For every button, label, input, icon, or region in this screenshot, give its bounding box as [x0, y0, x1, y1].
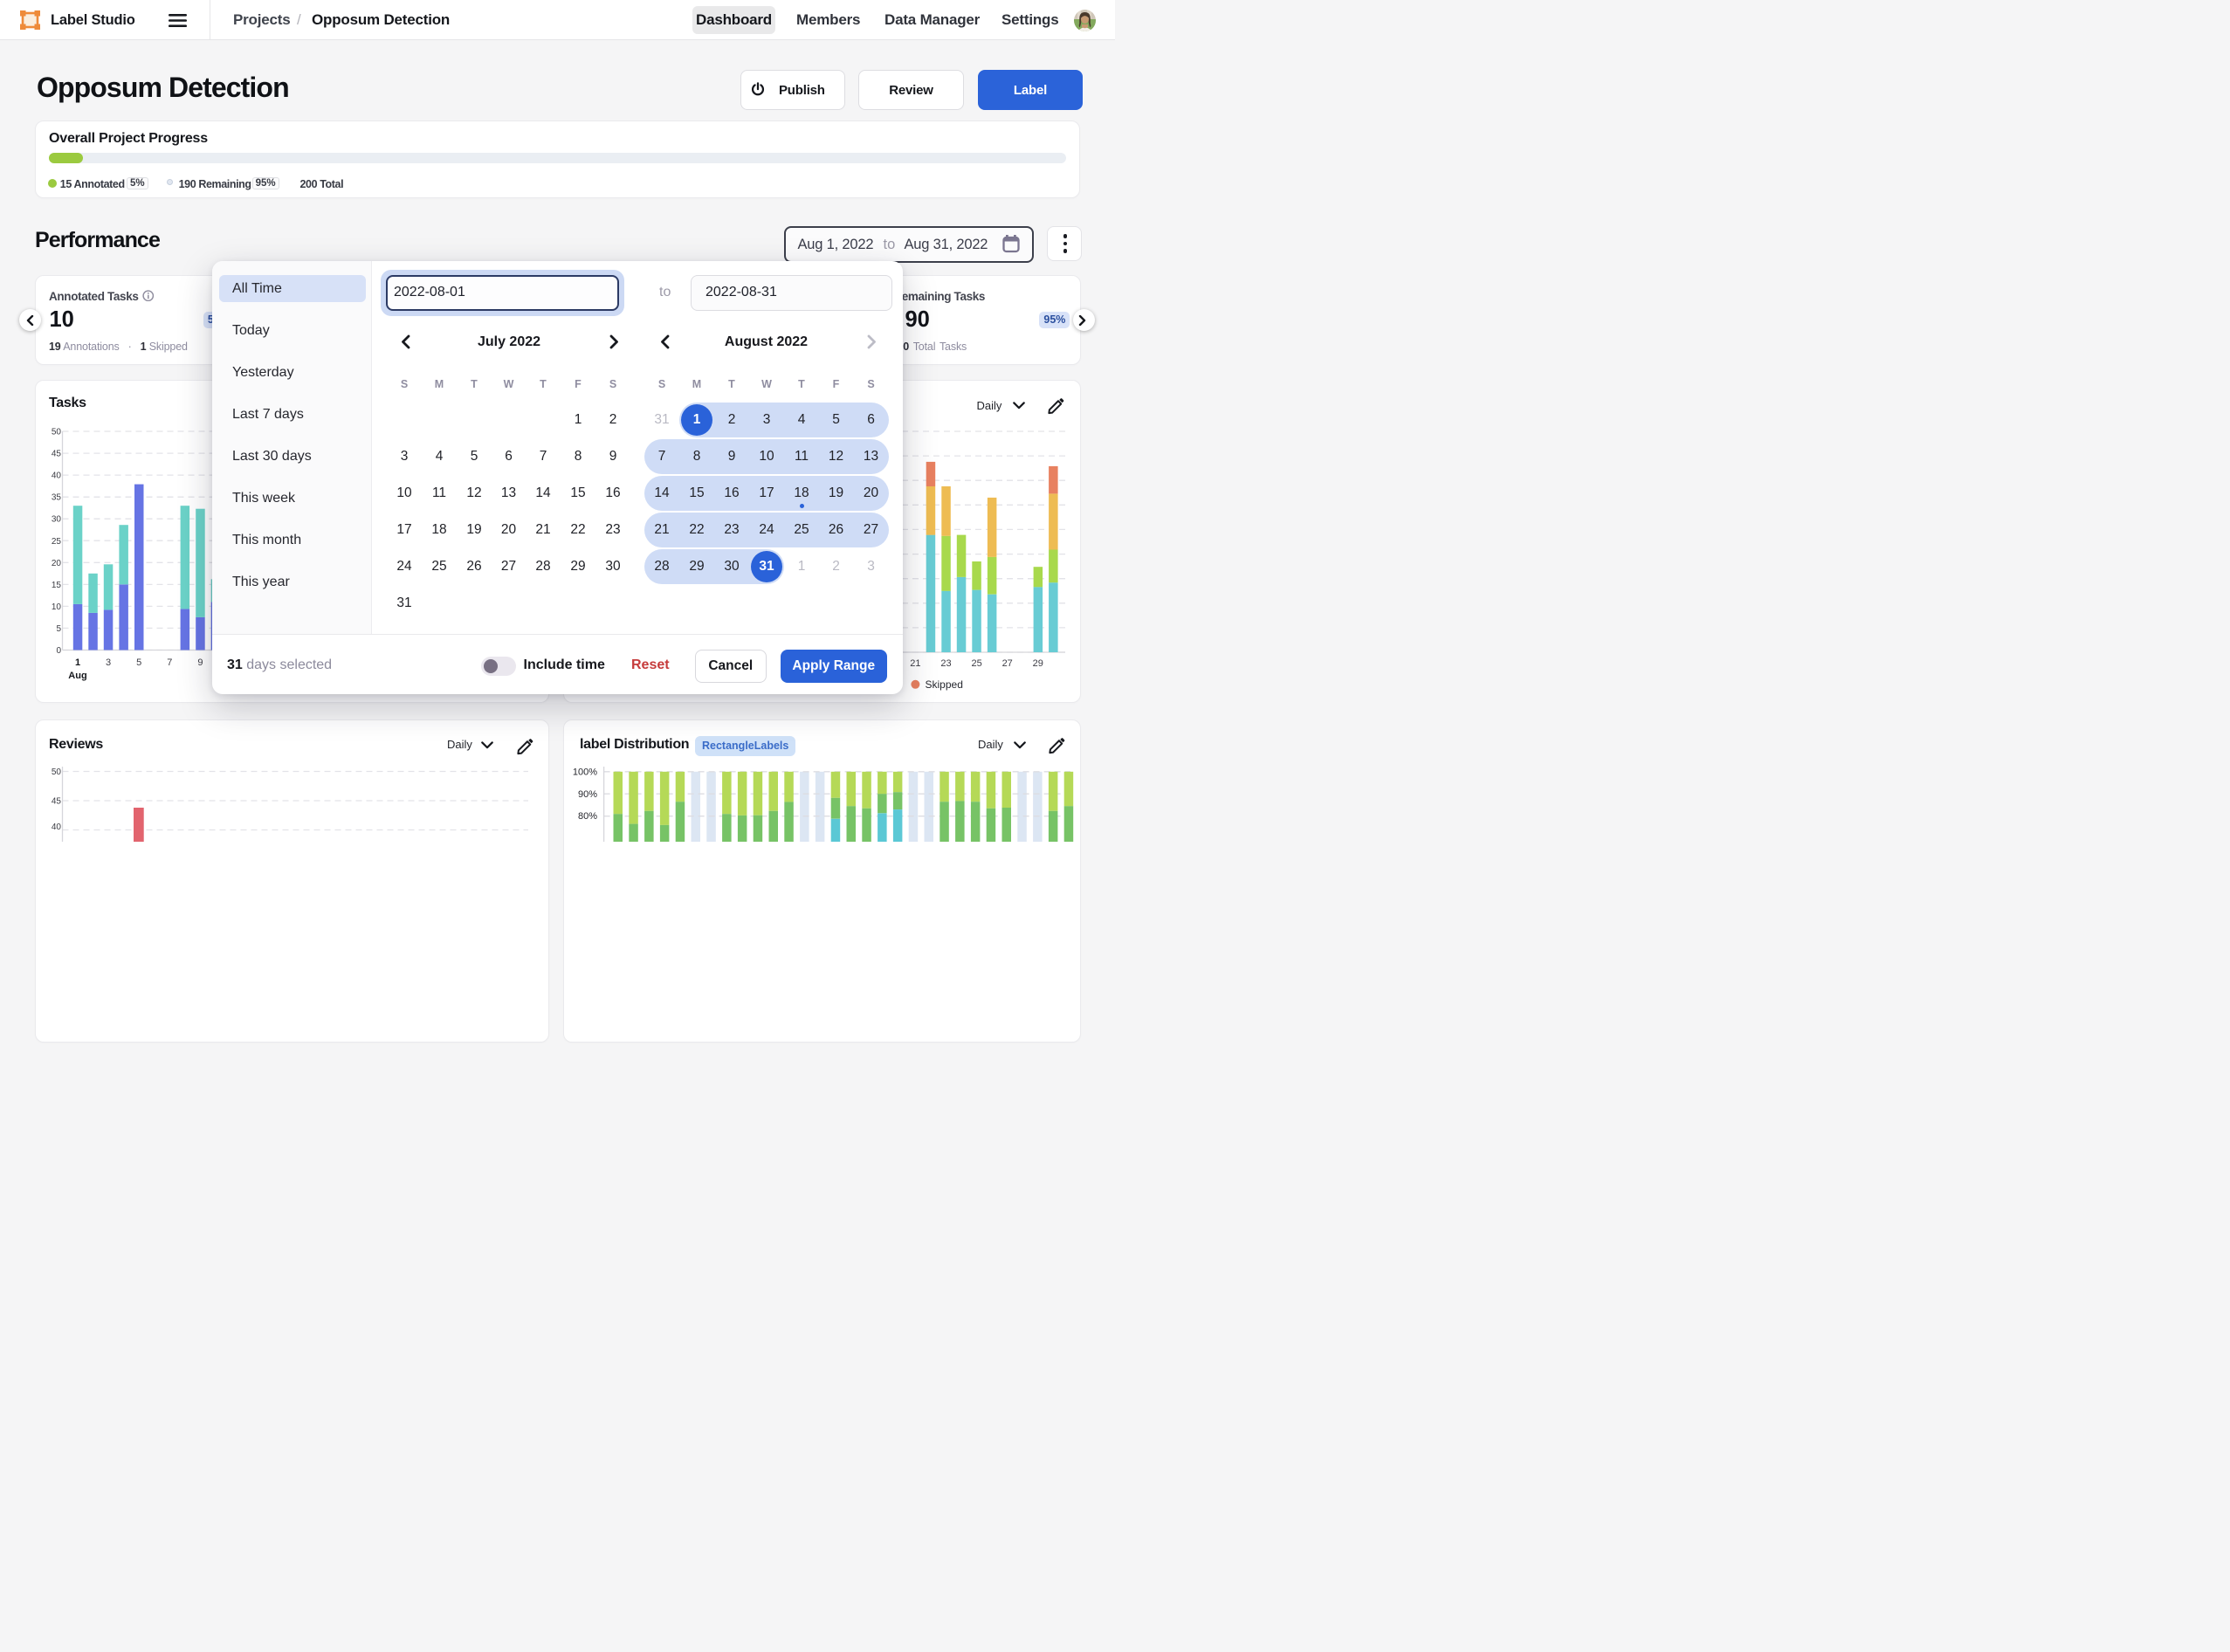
svg-text:80%: 80%: [578, 811, 597, 822]
svg-text:29: 29: [1033, 658, 1043, 669]
svg-text:27: 27: [1002, 658, 1013, 669]
svg-text:25: 25: [971, 658, 981, 669]
svg-text:1: 1: [75, 657, 80, 668]
svg-text:35: 35: [52, 493, 62, 503]
svg-text:45: 45: [52, 450, 62, 459]
svg-text:7: 7: [167, 657, 172, 668]
svg-text:5: 5: [56, 624, 61, 634]
svg-text:Aug: Aug: [68, 671, 86, 681]
svg-text:3: 3: [106, 657, 111, 668]
svg-text:90%: 90%: [578, 789, 597, 800]
svg-text:10: 10: [52, 602, 62, 612]
svg-text:40: 40: [52, 472, 62, 481]
svg-text:5: 5: [136, 657, 141, 668]
svg-text:0: 0: [56, 646, 61, 656]
svg-text:23: 23: [940, 658, 951, 669]
svg-text:30: 30: [52, 515, 62, 525]
svg-text:25: 25: [52, 537, 62, 547]
svg-text:100%: 100%: [573, 767, 597, 777]
svg-text:40: 40: [52, 823, 62, 832]
svg-text:45: 45: [52, 797, 62, 807]
svg-text:50: 50: [52, 767, 62, 777]
svg-text:21: 21: [910, 658, 920, 669]
svg-text:Skipped: Skipped: [926, 678, 963, 691]
svg-text:50: 50: [52, 428, 62, 437]
svg-text:9: 9: [197, 657, 203, 668]
svg-text:20: 20: [52, 559, 62, 568]
svg-text:15: 15: [52, 581, 62, 590]
